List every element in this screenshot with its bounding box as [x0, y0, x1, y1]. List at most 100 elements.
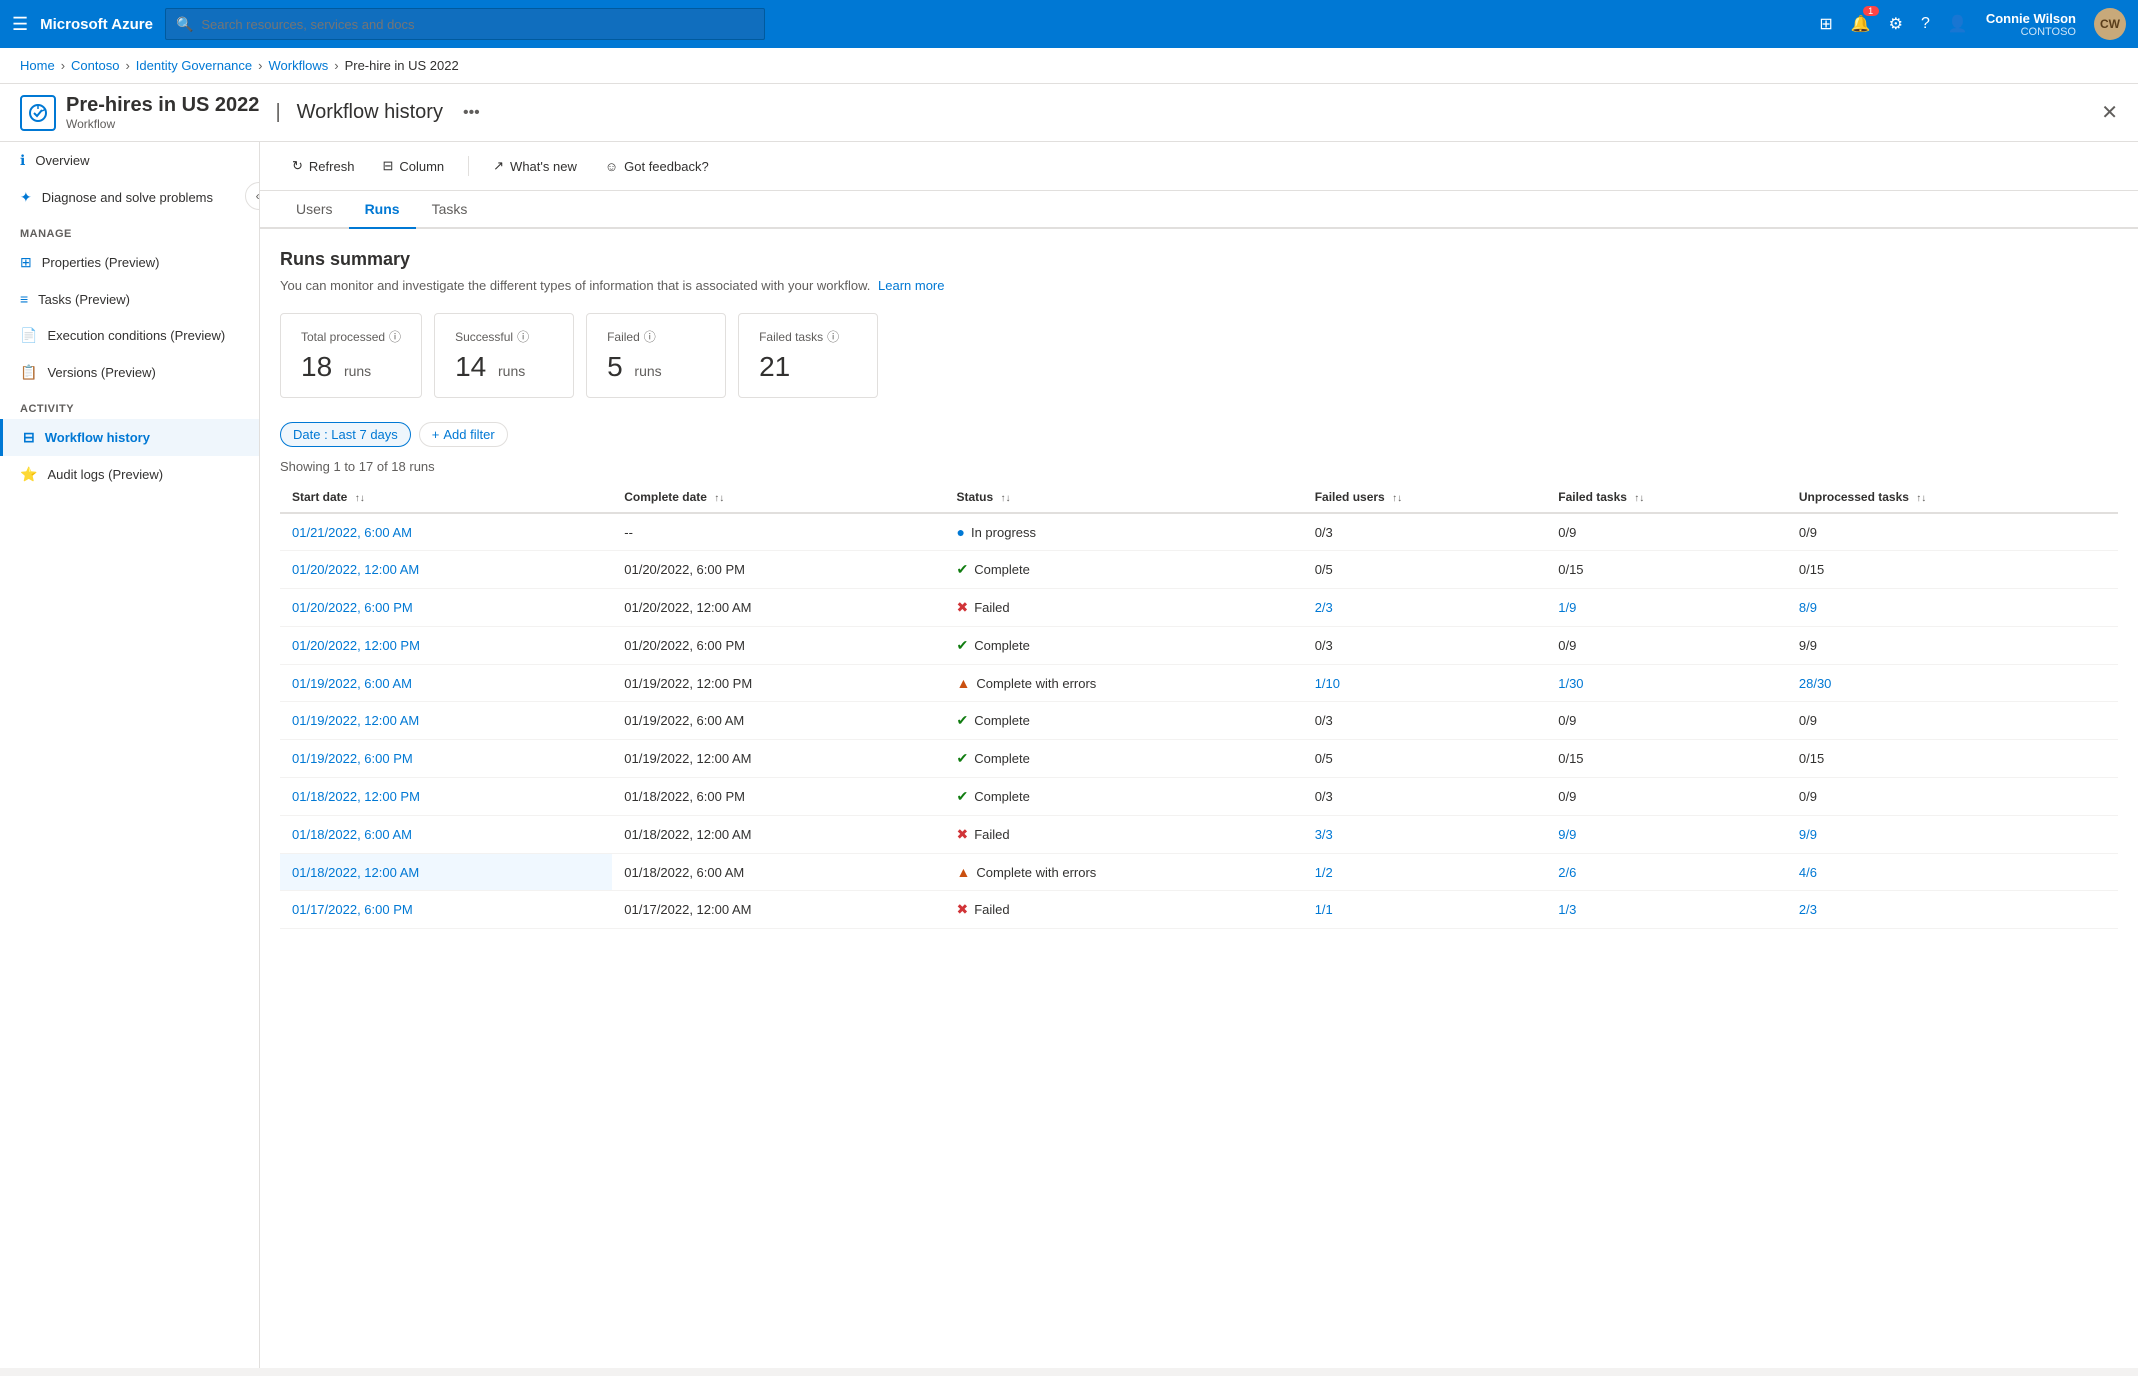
card-failed-value: 5 runs [607, 351, 705, 383]
sidebar-item-versions[interactable]: 📋 Versions (Preview) [0, 354, 259, 391]
breadcrumb-current: Pre-hire in US 2022 [345, 58, 459, 73]
info-icon-total: ⓘ [389, 328, 401, 345]
status-icon: ✖ [957, 901, 969, 918]
failed-tasks-link[interactable]: 2/6 [1558, 865, 1576, 880]
user-info[interactable]: Connie Wilson CONTOSO [1986, 11, 2076, 38]
learn-more-link[interactable]: Learn more [878, 278, 944, 293]
header-divider: | [275, 101, 280, 124]
unprocessed-link[interactable]: 8/9 [1799, 600, 1817, 615]
start-date-link[interactable]: 01/18/2022, 12:00 AM [292, 865, 419, 880]
unprocessed-link[interactable]: 9/9 [1799, 827, 1817, 842]
failed-tasks-link[interactable]: 1/9 [1558, 600, 1576, 615]
start-date-link[interactable]: 01/20/2022, 12:00 PM [292, 638, 420, 653]
unprocessed-link[interactable]: 4/6 [1799, 865, 1817, 880]
failed-tasks-link[interactable]: 9/9 [1558, 827, 1576, 842]
col-complete-date[interactable]: Complete date ↑↓ [612, 482, 944, 513]
tab-tasks[interactable]: Tasks [416, 191, 484, 229]
unprocessed-link[interactable]: 2/3 [1799, 902, 1817, 917]
date-filter-chip[interactable]: Date : Last 7 days [280, 422, 411, 447]
close-icon[interactable]: ✕ [2101, 100, 2118, 125]
diagnose-label: Diagnose and solve problems [42, 190, 213, 205]
start-date-link[interactable]: 01/20/2022, 6:00 PM [292, 600, 413, 615]
breadcrumb-home[interactable]: Home [20, 58, 55, 73]
toolbar: ↻ Refresh ⊟ Column ↗ What's new ☺ Got fe… [260, 142, 2138, 191]
failed-users-link[interactable]: 3/3 [1315, 827, 1333, 842]
failed-tasks-cell: 0/9 [1546, 702, 1787, 740]
unprocessed-value: 0/9 [1799, 713, 1817, 728]
start-date-link[interactable]: 01/18/2022, 6:00 AM [292, 827, 412, 842]
col-failed-users[interactable]: Failed users ↑↓ [1303, 482, 1547, 513]
sidebar-item-audit-logs[interactable]: ⭐ Audit logs (Preview) [0, 456, 259, 493]
col-failed-tasks[interactable]: Failed tasks ↑↓ [1546, 482, 1787, 513]
sidebar-manage-section: Manage [0, 216, 259, 244]
execution-icon: 📄 [20, 327, 37, 344]
status-text: Failed [974, 827, 1009, 842]
search-box[interactable]: 🔍 [165, 8, 765, 40]
failed-users-value: 0/3 [1315, 713, 1333, 728]
card-total-unit: runs [344, 363, 371, 379]
failed-users-value: 0/5 [1315, 751, 1333, 766]
failed-users-cell: 2/3 [1303, 589, 1547, 627]
card-successful-title: Successful ⓘ [455, 328, 553, 345]
feedback-button[interactable]: ☺ Got feedback? [593, 153, 721, 180]
sidebar-item-execution[interactable]: 📄 Execution conditions (Preview) [0, 317, 259, 354]
whats-new-button[interactable]: ↗ What's new [481, 152, 589, 180]
status-icon: ✔ [957, 637, 969, 654]
more-options-icon[interactable]: ••• [463, 104, 480, 122]
content-area: Runs summary You can monitor and investi… [260, 229, 2138, 949]
refresh-button[interactable]: ↻ Refresh [280, 152, 366, 180]
summary-desc: You can monitor and investigate the diff… [280, 278, 2118, 293]
unprocessed-tasks-cell: 0/9 [1787, 778, 2118, 816]
failed-users-link[interactable]: 1/2 [1315, 865, 1333, 880]
start-date-link[interactable]: 01/20/2022, 12:00 AM [292, 562, 419, 577]
sidebar-item-properties[interactable]: ⊞ Properties (Preview) [0, 244, 259, 281]
topnav-icons: ⊞ 🔔 1 ⚙ ? 👤 Connie Wilson CONTOSO CW [1819, 8, 2126, 40]
page-header: Pre-hires in US 2022 Workflow | Workflow… [0, 84, 2138, 142]
tab-runs[interactable]: Runs [349, 191, 416, 229]
col-unprocessed-tasks[interactable]: Unprocessed tasks ↑↓ [1787, 482, 2118, 513]
sidebar-item-overview[interactable]: ℹ Overview [0, 142, 259, 179]
sidebar-item-tasks[interactable]: ≡ Tasks (Preview) [0, 281, 259, 317]
complete-date-cell: 01/19/2022, 12:00 PM [612, 665, 944, 702]
filter-chip-label: Date : Last 7 days [293, 427, 398, 442]
add-filter-button[interactable]: + Add filter [419, 422, 508, 447]
search-input[interactable] [201, 17, 754, 32]
unprocessed-link[interactable]: 28/30 [1799, 676, 1832, 691]
help-icon[interactable]: ? [1921, 15, 1930, 33]
failed-users-link[interactable]: 2/3 [1315, 600, 1333, 615]
breadcrumb-contoso[interactable]: Contoso [71, 58, 119, 73]
col-start-date[interactable]: Start date ↑↓ [280, 482, 612, 513]
start-date-link[interactable]: 01/19/2022, 6:00 AM [292, 676, 412, 691]
unprocessed-tasks-cell: 9/9 [1787, 627, 2118, 665]
col-status[interactable]: Status ↑↓ [945, 482, 1303, 513]
portal-icon[interactable]: ⊞ [1819, 14, 1832, 34]
failed-tasks-cell: 0/9 [1546, 627, 1787, 665]
status-icon: ✖ [957, 599, 969, 616]
notifications-icon[interactable]: 🔔 1 [1851, 14, 1871, 34]
tab-users[interactable]: Users [280, 191, 349, 229]
failed-tasks-cell: 0/9 [1546, 513, 1787, 551]
column-button[interactable]: ⊟ Column [370, 152, 456, 180]
start-date-link[interactable]: 01/19/2022, 6:00 PM [292, 751, 413, 766]
start-date-link[interactable]: 01/21/2022, 6:00 AM [292, 525, 412, 540]
start-date-link[interactable]: 01/18/2022, 12:00 PM [292, 789, 420, 804]
sidebar-item-diagnose[interactable]: ✦ Diagnose and solve problems [0, 179, 259, 216]
failed-tasks-link[interactable]: 1/30 [1558, 676, 1583, 691]
sidebar-item-workflow-history[interactable]: ⊟ Workflow history [0, 419, 259, 456]
hamburger-icon[interactable]: ☰ [12, 14, 28, 35]
failed-tasks-cell: 2/6 [1546, 854, 1787, 891]
sort-icon-status: ↑↓ [1001, 493, 1011, 504]
failed-users-link[interactable]: 1/10 [1315, 676, 1340, 691]
breadcrumb-identity-governance[interactable]: Identity Governance [136, 58, 252, 73]
settings-icon[interactable]: ⚙ [1889, 14, 1903, 34]
breadcrumb-workflows[interactable]: Workflows [269, 58, 329, 73]
start-date-link[interactable]: 01/17/2022, 6:00 PM [292, 902, 413, 917]
failed-tasks-link[interactable]: 1/3 [1558, 902, 1576, 917]
breadcrumb-sep-1: › [61, 58, 65, 73]
account-icon[interactable]: 👤 [1948, 14, 1968, 34]
start-date-link[interactable]: 01/19/2022, 12:00 AM [292, 713, 419, 728]
add-filter-label: Add filter [443, 427, 494, 442]
avatar[interactable]: CW [2094, 8, 2126, 40]
status-cell: ● In progress [945, 513, 1303, 551]
failed-users-link[interactable]: 1/1 [1315, 902, 1333, 917]
